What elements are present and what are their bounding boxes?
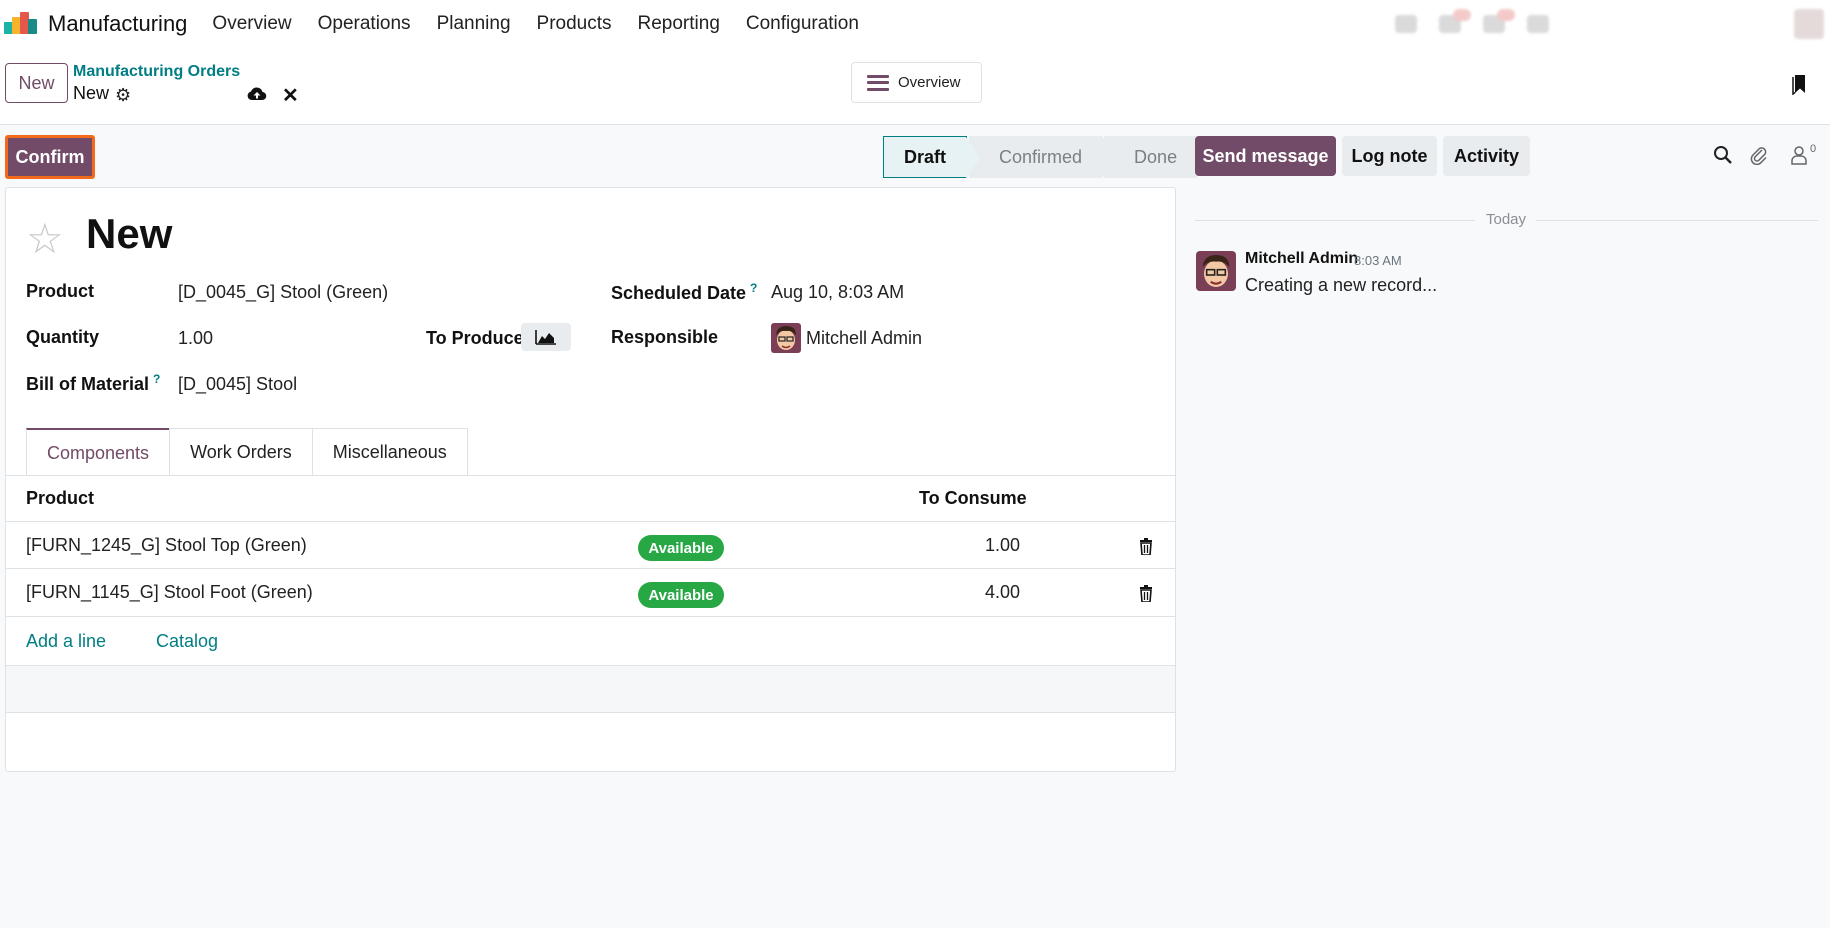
company-switcher[interactable]: [1571, 14, 1776, 35]
quantity-field[interactable]: 1.00: [178, 328, 213, 349]
component-qty[interactable]: 4.00: [985, 582, 1020, 603]
header-divider: [6, 521, 1175, 522]
col-to-consume-header[interactable]: To Consume: [919, 488, 1027, 509]
availability-badge: Available: [638, 582, 724, 608]
trash-icon[interactable]: [1139, 538, 1153, 555]
bookmark-icon[interactable]: [1792, 73, 1808, 95]
responsible-avatar: [771, 323, 801, 353]
catalog-link[interactable]: Catalog: [156, 631, 218, 652]
switch-company-icon[interactable]: [1526, 15, 1549, 33]
top-navbar: Manufacturing Overview Operations Planni…: [0, 0, 1830, 48]
row-divider: [6, 616, 1175, 617]
log-note-button[interactable]: Log note: [1342, 136, 1437, 176]
overview-button[interactable]: Overview: [851, 62, 982, 103]
row-divider: [6, 568, 1175, 569]
menu-overview[interactable]: Overview: [212, 13, 291, 35]
forecast-chart-button[interactable]: [521, 323, 571, 351]
systray-icon[interactable]: [1394, 15, 1417, 33]
area-chart-icon: [535, 330, 556, 345]
bom-help-icon[interactable]: ?: [153, 372, 160, 386]
stage-confirmed[interactable]: Confirmed: [969, 136, 1117, 178]
discard-icon[interactable]: ✕: [282, 83, 299, 108]
save-cloud-icon[interactable]: [247, 86, 267, 102]
scheduled-date-label: Scheduled Date?: [611, 281, 758, 303]
product-field[interactable]: [D_0045_G] Stool (Green): [178, 282, 388, 303]
message-author-avatar[interactable]: [1196, 251, 1236, 291]
stage-done[interactable]: Done: [1104, 136, 1198, 178]
add-line-link[interactable]: Add a line: [26, 631, 106, 652]
followers-icon[interactable]: [1790, 145, 1808, 165]
star-icon[interactable]: ☆: [26, 214, 64, 263]
send-message-button[interactable]: Send message: [1195, 136, 1336, 176]
overview-button-label: Overview: [898, 74, 961, 91]
to-produce-label: To Produce: [426, 328, 524, 348]
systray: [1394, 0, 1830, 48]
status-stages: Draft Confirmed Done: [883, 136, 1199, 179]
breadcrumb-manufacturing-orders[interactable]: Manufacturing Orders: [73, 63, 240, 81]
stage-draft[interactable]: Draft: [883, 136, 981, 179]
record-title: New: [86, 210, 173, 257]
followers-count: 0: [1810, 143, 1817, 155]
tab-work-orders[interactable]: Work Orders: [169, 428, 313, 476]
menu-configuration[interactable]: Configuration: [746, 13, 859, 35]
app-name[interactable]: Manufacturing: [48, 11, 187, 37]
control-panel: New Manufacturing Orders New ⚙ ✕ Overvie…: [0, 48, 1830, 125]
search-icon[interactable]: [1713, 145, 1733, 165]
menu-operations[interactable]: Operations: [318, 13, 411, 35]
trash-icon[interactable]: [1139, 585, 1153, 602]
date-separator-line: [1195, 220, 1475, 221]
activity-icon[interactable]: [1482, 9, 1515, 33]
product-label: Product: [26, 281, 95, 301]
component-product[interactable]: [FURN_1145_G] Stool Foot (Green): [26, 582, 313, 603]
messaging-icon[interactable]: [1438, 9, 1471, 33]
manufacturing-app-icon[interactable]: [4, 12, 38, 36]
empty-row: [6, 665, 1175, 713]
date-separator: Today: [1486, 211, 1527, 228]
menu-planning[interactable]: Planning: [437, 13, 511, 35]
bom-field[interactable]: [D_0045] Stool: [178, 374, 297, 395]
bom-label: Bill of Material?: [26, 372, 161, 394]
menu-icon: [867, 74, 889, 91]
activity-button[interactable]: Activity: [1443, 136, 1530, 176]
new-button[interactable]: New: [5, 63, 68, 103]
component-product[interactable]: [FURN_1245_G] Stool Top (Green): [26, 535, 307, 556]
scheduled-help-icon[interactable]: ?: [750, 281, 757, 295]
component-qty[interactable]: 1.00: [985, 535, 1020, 556]
col-product-header[interactable]: Product: [26, 488, 94, 509]
responsible-field[interactable]: Mitchell Admin: [806, 328, 922, 349]
message-body: Creating a new record...: [1245, 275, 1438, 295]
notebook-tabs: Components Work Orders Miscellaneous: [26, 428, 468, 476]
breadcrumb-current: New: [73, 83, 110, 103]
message-author[interactable]: Mitchell Admin: [1245, 250, 1358, 268]
confirm-button[interactable]: Confirm: [5, 135, 95, 179]
date-separator-line: [1536, 220, 1818, 221]
menu-products[interactable]: Products: [537, 13, 612, 35]
availability-badge: Available: [638, 535, 724, 561]
gear-icon[interactable]: ⚙: [115, 85, 131, 106]
message-time: 8:03 AM: [1354, 253, 1402, 268]
user-avatar[interactable]: [1794, 9, 1824, 39]
responsible-label: Responsible: [611, 327, 719, 347]
scheduled-date-field[interactable]: Aug 10, 8:03 AM: [771, 282, 904, 303]
form-sheet: ☆ New Product [D_0045_G] Stool (Green) Q…: [5, 187, 1176, 772]
tab-components[interactable]: Components: [26, 428, 171, 476]
menu-reporting[interactable]: Reporting: [638, 13, 720, 35]
main-menu: Overview Operations Planning Products Re…: [199, 13, 872, 35]
tab-miscellaneous[interactable]: Miscellaneous: [311, 428, 468, 476]
quantity-label: Quantity: [26, 327, 100, 347]
paperclip-icon[interactable]: [1750, 145, 1768, 165]
tab-divider: [6, 475, 1175, 476]
